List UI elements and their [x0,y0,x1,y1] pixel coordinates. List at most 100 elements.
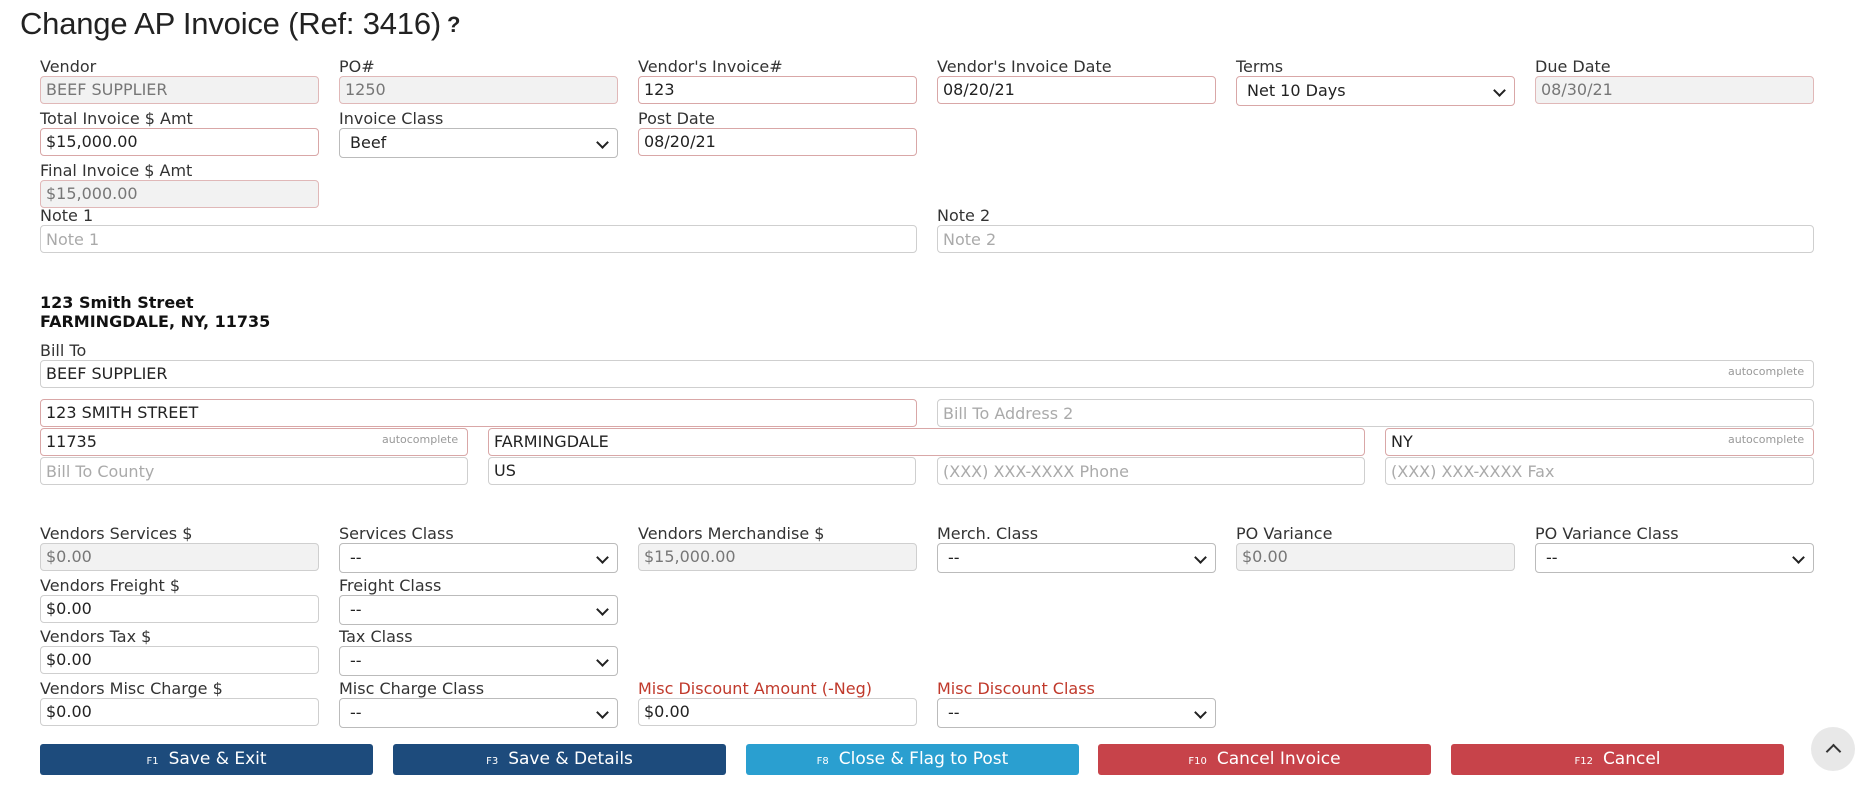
vendors-freight-label: Vendors Freight $ [40,576,181,595]
invoice-class-label: Invoice Class [339,109,444,128]
po-field: 1250 [339,76,618,104]
chevron-up-icon [1825,743,1841,760]
bill-to-county-input[interactable] [40,457,468,485]
bill-to-fax-input[interactable] [1385,457,1814,485]
note1-input[interactable] [40,225,917,253]
chevron-down-icon [596,654,609,667]
po-variance-class-select[interactable]: -- [1535,543,1814,573]
misc-discount-label: Misc Discount Amount (-Neg) [638,679,872,698]
vendors-misc-input[interactable]: $0.00 [40,698,319,726]
cancel-label: Cancel [1602,749,1661,769]
vendor-label: Vendor [40,57,97,76]
close-flag-label: Close & Flag to Post [838,749,1009,769]
freight-class-select[interactable]: -- [339,595,618,625]
vendor-field: BEEF SUPPLIER [40,76,319,104]
chevron-down-icon [1194,551,1207,564]
po-variance-label: PO Variance [1236,524,1333,543]
misc-class-label: Misc Charge Class [339,679,485,698]
chevron-down-icon [596,603,609,616]
due-date-field: 08/30/21 [1535,76,1814,104]
bill-to-zip-input[interactable]: 11735 [40,428,468,456]
vendors-services-label: Vendors Services $ [40,524,193,543]
save-exit-key: F1 [146,756,159,767]
chevron-down-icon [596,136,609,149]
vendors-freight-input[interactable]: $0.00 [40,595,319,623]
save-exit-button[interactable]: F1 Save & Exit [40,744,373,775]
misc-class-select[interactable]: -- [339,698,618,728]
chevron-down-icon [596,706,609,719]
total-invoice-label: Total Invoice $ Amt [40,109,193,128]
chevron-down-icon [596,551,609,564]
po-variance-class-value: -- [1546,548,1558,567]
vendor-invoice-date-label: Vendor's Invoice Date [937,57,1112,76]
scroll-to-top-button[interactable] [1811,727,1855,771]
tax-class-select[interactable]: -- [339,646,618,676]
save-details-button[interactable]: F3 Save & Details [393,744,726,775]
note2-label: Note 2 [937,206,991,225]
cancel-invoice-button[interactable]: F10 Cancel Invoice [1098,744,1431,775]
freight-class-label: Freight Class [339,576,442,595]
address-line2: FARMINGDALE, NY, 11735 [40,312,271,331]
page-title-text: Change AP Invoice (Ref: 3416) [20,6,442,41]
terms-label: Terms [1236,57,1284,76]
po-label: PO# [339,57,375,76]
misc-discount-input[interactable]: $0.00 [638,698,917,726]
final-invoice-field: $15,000.00 [40,180,319,208]
close-flag-button[interactable]: F8 Close & Flag to Post [746,744,1079,775]
cancel-invoice-key: F10 [1188,756,1207,767]
merch-class-select[interactable]: -- [937,543,1216,573]
merch-class-value: -- [948,548,960,567]
save-exit-label: Save & Exit [168,749,267,769]
due-date-label: Due Date [1535,57,1611,76]
post-date-label: Post Date [638,109,715,128]
misc-class-value: -- [350,703,362,722]
vendors-tax-input[interactable]: $0.00 [40,646,319,674]
vendors-merchandise-field: $15,000.00 [638,543,917,571]
invoice-class-select-value: Beef [350,133,387,152]
services-class-select[interactable]: -- [339,543,618,573]
page-title: Change AP Invoice (Ref: 3416)? [20,6,460,42]
total-invoice-input[interactable]: $15,000.00 [40,128,319,156]
cancel-button[interactable]: F12 Cancel [1451,744,1784,775]
vendor-invoice-input[interactable]: 123 [638,76,917,104]
terms-select[interactable]: Net 10 Days [1236,76,1515,106]
po-variance-class-label: PO Variance Class [1535,524,1679,543]
bill-to-address1-input[interactable]: 123 SMITH STREET [40,399,917,427]
misc-discount-class-select[interactable]: -- [937,698,1216,728]
terms-select-value: Net 10 Days [1247,81,1346,100]
bill-to-name-input[interactable]: BEEF SUPPLIER [40,360,1814,388]
vendor-invoice-label: Vendor's Invoice# [638,57,783,76]
po-variance-field: $0.00 [1236,543,1515,571]
merch-class-label: Merch. Class [937,524,1039,543]
vendors-misc-label: Vendors Misc Charge $ [40,679,223,698]
note2-input[interactable] [937,225,1814,253]
vendors-tax-label: Vendors Tax $ [40,627,152,646]
address-line1: 123 Smith Street [40,293,194,312]
bill-to-address2-input[interactable] [937,399,1814,427]
services-class-value: -- [350,548,362,567]
note1-label: Note 1 [40,206,94,225]
vendor-invoice-date-input[interactable]: 08/20/21 [937,76,1216,104]
chevron-down-icon [1493,84,1506,97]
vendors-services-field: $0.00 [40,543,319,571]
bill-to-state-input[interactable]: NY [1385,428,1814,456]
bill-to-phone-input[interactable] [937,457,1365,485]
invoice-class-select[interactable]: Beef [339,128,618,158]
post-date-input[interactable]: 08/20/21 [638,128,917,156]
vendors-merchandise-label: Vendors Merchandise $ [638,524,825,543]
help-icon[interactable]: ? [447,12,460,37]
bill-to-city-input[interactable]: FARMINGDALE [488,428,1365,456]
misc-discount-class-label: Misc Discount Class [937,679,1095,698]
final-invoice-label: Final Invoice $ Amt [40,161,193,180]
save-details-label: Save & Details [508,749,633,769]
chevron-down-icon [1194,706,1207,719]
misc-discount-class-value: -- [948,703,960,722]
freight-class-value: -- [350,600,362,619]
chevron-down-icon [1792,551,1805,564]
tax-class-label: Tax Class [339,627,413,646]
bill-to-label: Bill To [40,341,87,360]
save-details-key: F3 [486,756,499,767]
services-class-label: Services Class [339,524,454,543]
cancel-invoice-label: Cancel Invoice [1216,749,1341,769]
bill-to-country-input[interactable]: US [488,457,916,485]
